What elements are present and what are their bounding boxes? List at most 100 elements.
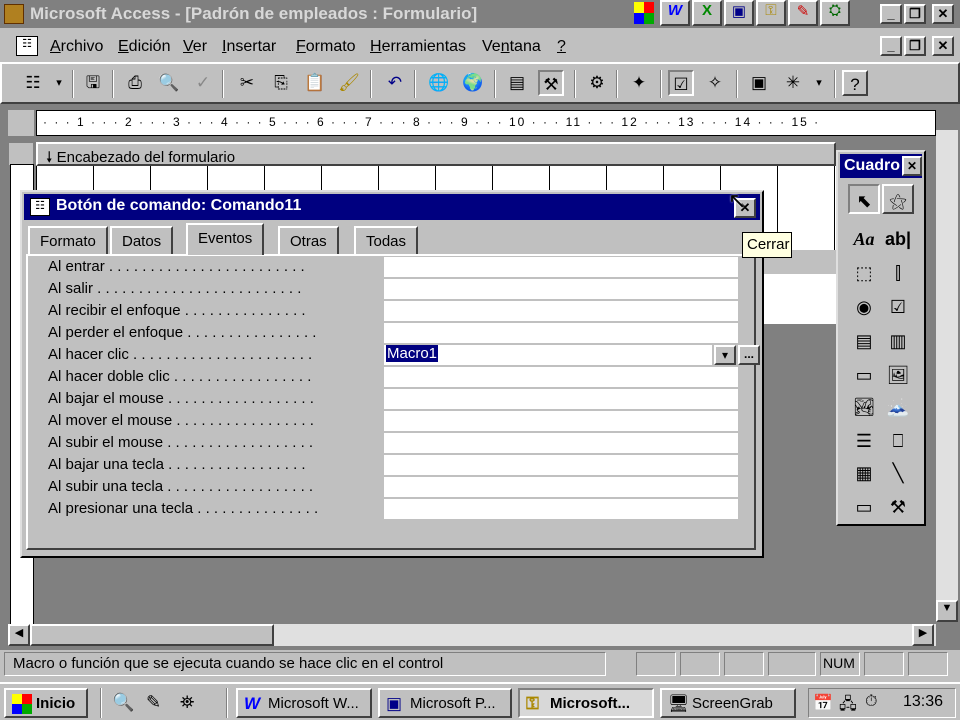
code-icon[interactable]: ✦	[626, 70, 652, 96]
scroll-left-icon[interactable]: ◀	[8, 624, 30, 646]
menu-insertar[interactable]: Insertar	[222, 38, 276, 56]
bound-object-frame-icon[interactable]: 🗻	[882, 392, 914, 422]
command-button-icon[interactable]: ▭	[848, 360, 880, 390]
quicklaunch-desktop-icon[interactable]: ✎	[146, 692, 161, 713]
combo-box-icon[interactable]: ▤	[848, 326, 880, 356]
scheduler-tray-icon[interactable]: 📅	[813, 693, 833, 713]
toolbox-icon[interactable]: ⚒	[538, 70, 564, 96]
web-toolbar-icon[interactable]: 🌍	[460, 70, 486, 96]
section-selector[interactable]	[8, 142, 34, 166]
image-icon[interactable]: 🖼	[882, 360, 914, 390]
access-shortcut-icon[interactable]: ⚿	[756, 0, 786, 26]
print-icon[interactable]: ⎙	[122, 70, 148, 96]
doc-minimize-icon[interactable]: _	[880, 36, 902, 56]
close-icon[interactable]: ✕	[932, 4, 954, 24]
property-value[interactable]	[384, 455, 738, 475]
new-object-icon[interactable]: ✳	[780, 70, 806, 96]
control-wizards-icon[interactable]: ⚝	[882, 184, 914, 214]
autoformat-icon[interactable]: ⚙	[584, 70, 610, 96]
doc-close-icon[interactable]: ✕	[932, 36, 954, 56]
check-box-icon[interactable]: ☑	[882, 292, 914, 322]
view-dropdown-icon[interactable]: ▾	[46, 70, 72, 96]
cut-icon[interactable]: ✂	[234, 70, 260, 96]
database-window-icon[interactable]: ▣	[746, 70, 772, 96]
textbox-tool-icon[interactable]: ab|	[882, 224, 914, 254]
form-doc-icon[interactable]: ☷	[16, 36, 38, 56]
spelling-icon[interactable]: ✓	[190, 70, 216, 96]
minimize-icon[interactable]: _	[880, 4, 902, 24]
powerpoint-shortcut-icon[interactable]: ▣	[724, 0, 754, 26]
option-group-icon[interactable]: ⬚	[848, 258, 880, 288]
tab-control-icon[interactable]: ⎕	[882, 426, 914, 456]
taskbar-button-word[interactable]: W Microsoft W...	[236, 688, 372, 718]
taskbar-button-screengrab[interactable]: 🖥 ScreenGrab	[660, 688, 796, 718]
rectangle-tool-icon[interactable]: ▭	[848, 492, 880, 522]
excel-shortcut-icon[interactable]: X	[692, 0, 722, 26]
property-value[interactable]	[384, 279, 738, 299]
quicklaunch-explorer-icon[interactable]: 🔍	[112, 692, 134, 713]
option-button-icon[interactable]: ◉	[848, 292, 880, 322]
on-click-dropdown-icon[interactable]: ▾	[714, 345, 736, 365]
start-button[interactable]: Inicio	[4, 688, 88, 718]
menu-herramientas[interactable]: Herramientas	[370, 38, 466, 56]
property-value[interactable]	[384, 367, 738, 387]
property-value[interactable]	[384, 433, 738, 453]
select-objects-icon[interactable]: ⬉	[848, 184, 880, 214]
network-tray-icon[interactable]: 🖧	[839, 693, 857, 720]
property-value[interactable]	[384, 257, 738, 277]
property-value[interactable]	[384, 477, 738, 497]
clock-tray-icon[interactable]: ⏱	[865, 693, 877, 711]
system-clock[interactable]: 13:36	[903, 693, 943, 711]
unbound-object-frame-icon[interactable]: 🏞	[848, 392, 880, 422]
taskbar-button-powerpoint[interactable]: ▣ Microsoft P...	[378, 688, 512, 718]
property-value[interactable]	[384, 301, 738, 321]
tab-formato[interactable]: Formato	[28, 226, 108, 254]
binder-shortcut-icon[interactable]: ⛭	[820, 0, 850, 26]
format-painter-icon[interactable]: 🖌	[336, 70, 362, 96]
properties-icon[interactable]: ☑	[668, 70, 694, 96]
copy-icon[interactable]: ⎘	[268, 70, 294, 96]
on-click-value-field[interactable]: Macro1	[384, 345, 712, 365]
horizontal-scroll-thumb[interactable]	[30, 624, 274, 646]
view-icon[interactable]: ☷	[20, 70, 46, 96]
property-row-al-hacer-doble-clic[interactable]: Al hacer doble clic . . . . . . . . . . …	[44, 366, 764, 388]
toolbox-close-icon[interactable]: ✕	[902, 156, 922, 176]
property-sheet-title-bar[interactable]: Botón de comando: Comando11	[24, 194, 760, 220]
more-controls-icon[interactable]: ⚒	[882, 492, 914, 522]
form-selector[interactable]	[8, 110, 34, 136]
schedule-shortcut-icon[interactable]: ✎	[788, 0, 818, 26]
doc-restore-icon[interactable]: ❐	[904, 36, 926, 56]
build-icon[interactable]: ✧	[702, 70, 728, 96]
form-header-section-bar[interactable]: 🠗 Encabezado del formulario	[36, 142, 836, 166]
property-row-al-recibir-el-enfoque[interactable]: Al recibir el enfoque . . . . . . . . . …	[44, 300, 764, 322]
property-row-al-salir[interactable]: Al salir . . . . . . . . . . . . . . . .…	[44, 278, 764, 300]
menu-ver[interactable]: Ver	[183, 38, 207, 56]
property-row-al-presionar-una-tecla[interactable]: Al presionar una tecla . . . . . . . . .…	[44, 498, 764, 520]
access-app-icon[interactable]	[4, 4, 24, 24]
tab-otras[interactable]: Otras	[278, 226, 339, 254]
scroll-right-icon[interactable]: ▶	[912, 624, 934, 646]
menu-formato[interactable]: Formato	[296, 38, 356, 56]
field-list-icon[interactable]: ▤	[504, 70, 530, 96]
menu-help[interactable]: ?	[557, 38, 566, 56]
subform-icon[interactable]: ▦	[848, 458, 880, 488]
menu-edicion[interactable]: Edición	[118, 38, 170, 56]
scroll-down-icon[interactable]: ▼	[936, 600, 958, 622]
word-shortcut-icon[interactable]: W	[660, 0, 690, 26]
quicklaunch-channels-icon[interactable]: ⛯	[180, 692, 194, 713]
undo-icon[interactable]: ↶	[382, 70, 408, 96]
property-row-al-subir-el-mouse[interactable]: Al subir el mouse . . . . . . . . . . . …	[44, 432, 764, 454]
property-value[interactable]	[384, 499, 738, 519]
toggle-button-icon[interactable]: ⫿	[882, 258, 914, 288]
property-row-al-hacer-clic[interactable]: Al hacer clic . . . . . . . . . . . . . …	[44, 344, 764, 366]
list-box-icon[interactable]: ▥	[882, 326, 914, 356]
property-value[interactable]	[384, 323, 738, 343]
property-value[interactable]	[384, 389, 738, 409]
property-row-al-entrar[interactable]: Al entrar . . . . . . . . . . . . . . . …	[44, 256, 764, 278]
page-break-icon[interactable]: ☰	[848, 426, 880, 456]
help-icon[interactable]: ?	[842, 70, 868, 96]
menu-archivo[interactable]: Archivo	[50, 38, 103, 56]
paste-icon[interactable]: 📋	[302, 70, 328, 96]
property-row-al-bajar-el-mouse[interactable]: Al bajar el mouse . . . . . . . . . . . …	[44, 388, 764, 410]
property-row-al-mover-el-mouse[interactable]: Al mover el mouse . . . . . . . . . . . …	[44, 410, 764, 432]
